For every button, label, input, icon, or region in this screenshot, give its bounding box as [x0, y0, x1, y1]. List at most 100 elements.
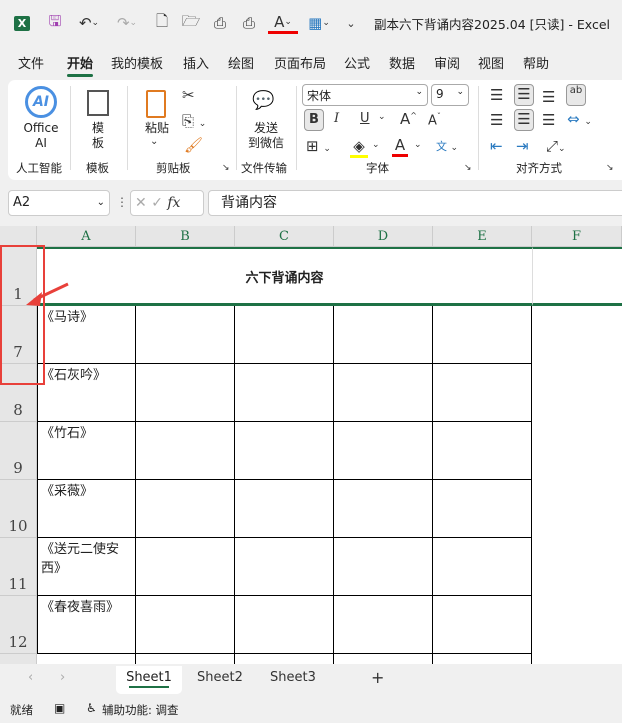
fill-color-icon[interactable]: ◈ — [350, 137, 368, 158]
cell-a[interactable]: 《春夜喜雨》 — [37, 596, 136, 654]
menu-tab[interactable]: 插入 — [183, 53, 209, 72]
italic-button[interactable]: I — [334, 111, 339, 126]
name-box[interactable]: A2 ⌄ — [8, 190, 110, 216]
orientation-icon[interactable]: ⤢⌄ — [546, 137, 566, 155]
add-sheet-button[interactable]: + — [371, 668, 384, 687]
wrap-text-icon[interactable]: ab — [566, 84, 586, 106]
sheet-tab-sheet3[interactable]: Sheet3 — [270, 670, 316, 685]
cell[interactable] — [334, 480, 433, 538]
cell[interactable] — [433, 596, 532, 654]
cell-a[interactable]: 《石灰吟》 — [37, 364, 136, 422]
cell[interactable] — [235, 364, 334, 422]
column-header[interactable]: C — [235, 226, 334, 247]
borders-icon[interactable]: ▦ ⌄ — [304, 12, 334, 34]
title-cell[interactable]: 六下背诵内容 — [37, 247, 532, 306]
undo-icon[interactable]: ↶ ⌄ — [74, 12, 104, 34]
font-launcher-icon[interactable]: ↘ — [464, 163, 472, 173]
cell[interactable] — [235, 306, 334, 364]
customize-qat-icon[interactable]: ⌄ — [343, 12, 359, 34]
phonetic-icon[interactable]: 文 ⌄ — [436, 138, 458, 154]
cell[interactable] — [433, 306, 532, 364]
menu-tab[interactable]: 帮助 — [523, 53, 549, 72]
align-right-icon[interactable]: ☰ — [542, 111, 555, 129]
row-header[interactable]: 12 — [0, 596, 37, 654]
enter-icon[interactable]: ✓ — [151, 195, 163, 211]
font-color-dropdown-icon[interactable]: ⌄ — [414, 140, 422, 150]
row-header[interactable]: 10 — [0, 480, 37, 538]
save-icon[interactable]: 🖫 — [44, 12, 66, 34]
font-color-icon[interactable]: A ⌄ — [268, 12, 298, 34]
cell[interactable] — [235, 422, 334, 480]
menu-tab[interactable]: 文件 — [18, 53, 44, 72]
align-left-icon[interactable]: ☰ — [490, 111, 503, 129]
cell[interactable] — [235, 538, 334, 596]
paste-button[interactable]: 粘贴 — [140, 121, 174, 136]
fill-dropdown-icon[interactable]: ⌄ — [372, 140, 380, 150]
menu-tab[interactable]: 页面布局 — [274, 53, 326, 72]
wechat-icon[interactable]: 💬 — [252, 90, 274, 111]
font-size-select[interactable]: 9 ⌄ — [431, 84, 469, 106]
cell[interactable] — [235, 654, 334, 664]
clipboard-launcher-icon[interactable]: ↘ — [222, 163, 230, 173]
cell[interactable] — [136, 538, 235, 596]
new-file-icon[interactable]: 🗋 — [152, 12, 172, 34]
merge-center-icon[interactable]: ⇔ ⌄ — [567, 110, 592, 128]
column-header[interactable]: A — [37, 226, 136, 247]
row-header[interactable] — [0, 654, 37, 664]
cell[interactable] — [334, 364, 433, 422]
menu-tab[interactable]: 公式 — [344, 53, 370, 72]
cell[interactable] — [136, 596, 235, 654]
align-center-icon[interactable]: ☰ — [514, 109, 534, 131]
cell[interactable] — [136, 306, 235, 364]
menu-tab[interactable]: 数据 — [389, 53, 415, 72]
bold-button[interactable]: B — [304, 109, 324, 131]
cell[interactable] — [433, 422, 532, 480]
open-folder-icon[interactable]: 🗁 — [180, 12, 202, 34]
menu-tab[interactable]: 我的模板 — [111, 53, 163, 72]
underline-button[interactable]: U — [360, 111, 370, 126]
template-icon[interactable] — [87, 90, 109, 116]
font-name-select[interactable]: 宋体 ⌄ — [302, 84, 428, 106]
row-header[interactable]: 11 — [0, 538, 37, 596]
menu-tab[interactable]: 审阅 — [434, 53, 460, 72]
cell[interactable] — [136, 422, 235, 480]
cell[interactable] — [532, 247, 622, 306]
cell[interactable] — [433, 538, 532, 596]
cell[interactable] — [334, 422, 433, 480]
column-header[interactable]: F — [532, 226, 622, 247]
copy-icon[interactable]: ⎘ ⌄ — [182, 112, 206, 130]
cell[interactable] — [433, 480, 532, 538]
cut-icon[interactable]: ✂ — [182, 86, 195, 104]
office-ai-button[interactable]: Office AI — [20, 121, 62, 151]
menu-tab[interactable]: 绘图 — [228, 53, 254, 72]
print-preview-icon[interactable]: ⎙ — [210, 12, 230, 34]
font-color-button-icon[interactable]: A — [392, 136, 408, 157]
cell[interactable] — [334, 538, 433, 596]
row-header[interactable]: 9 — [0, 422, 37, 480]
next-sheet-icon[interactable]: › — [60, 670, 65, 685]
cell[interactable] — [136, 654, 235, 664]
more-options-icon[interactable]: ⋮ — [116, 195, 128, 209]
border-icon[interactable]: ⊞ ⌄ — [306, 137, 331, 155]
sheet-tab-sheet2[interactable]: Sheet2 — [197, 670, 243, 685]
increase-font-icon[interactable]: A^ — [400, 110, 417, 128]
cell-a[interactable]: 《采薇》 — [37, 480, 136, 538]
align-bottom-icon[interactable]: ☰ — [542, 88, 555, 106]
cell[interactable] — [37, 654, 136, 664]
cell-a[interactable]: 《竹石》 — [37, 422, 136, 480]
template-button[interactable]: 模板 — [86, 121, 110, 151]
accessibility-status[interactable]: 辅助功能: 调查 — [102, 702, 179, 718]
send-to-wechat-button[interactable]: 发送 到微信 — [244, 121, 288, 151]
decrease-font-icon[interactable]: Aˇ — [428, 112, 441, 128]
sheet-tab-sheet1[interactable]: Sheet1 — [116, 666, 182, 694]
align-middle-icon[interactable]: ☰ — [514, 84, 534, 106]
cell[interactable] — [136, 480, 235, 538]
cell[interactable] — [334, 306, 433, 364]
increase-indent-icon[interactable]: ⇥ — [516, 137, 529, 155]
macro-record-icon[interactable]: ▣ — [54, 701, 65, 715]
paste-icon[interactable] — [146, 90, 166, 118]
cell[interactable] — [334, 596, 433, 654]
office-ai-icon[interactable]: AI — [25, 86, 57, 118]
cell[interactable] — [235, 480, 334, 538]
align-top-icon[interactable]: ☰ — [490, 86, 503, 104]
